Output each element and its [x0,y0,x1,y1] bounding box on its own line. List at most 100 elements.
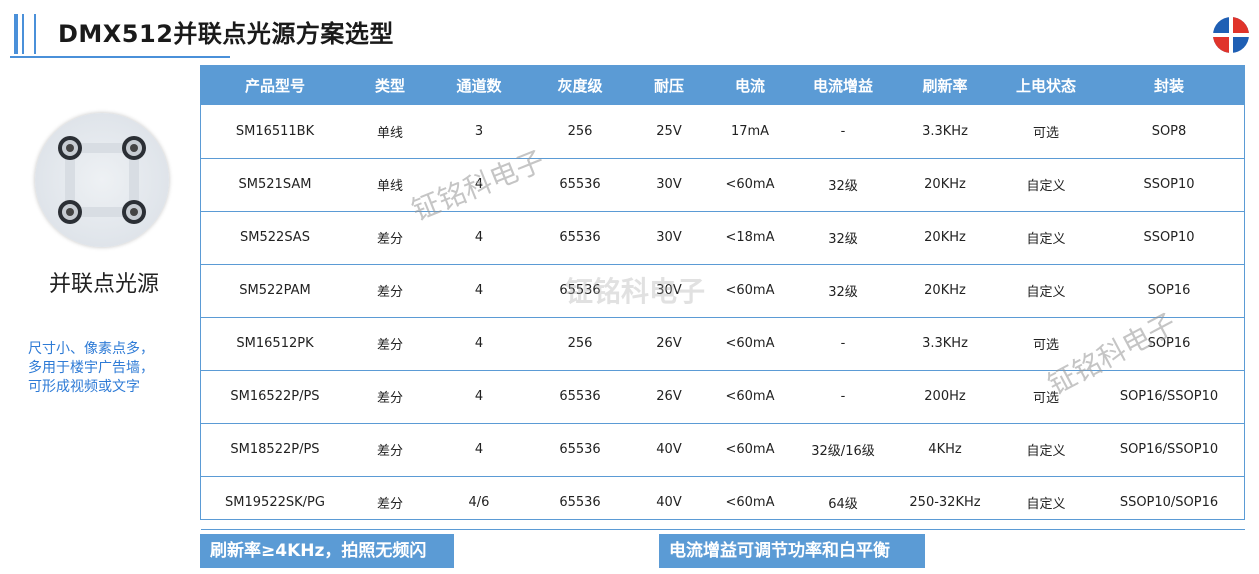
spec-table: 产品型号 类型 通道数 灰度级 耐压 电流 电流增益 刷新率 上电状态 封装 S… [201,65,1245,530]
title-underline [10,56,230,58]
cell-model: SM16512PK [201,317,349,371]
cell-current: <60mA [705,423,795,477]
cell-refresh-rate: 200Hz [891,370,999,424]
led-point-light-image [58,136,146,224]
note-refresh-rate: 刷新率≥4KHz，拍照无频闪 [200,534,454,568]
cell-grayscale: 65536 [527,476,633,530]
header-model: 产品型号 [201,65,349,105]
cell-power-on-state: 自定义 [999,211,1093,265]
cell-type: 差分 [349,370,431,424]
cell-current: <60mA [705,317,795,371]
cell-voltage: 30V [633,158,705,212]
header-package: 封装 [1093,65,1245,105]
cell-grayscale: 256 [527,317,633,371]
cell-refresh-rate: 3.3KHz [891,105,999,159]
cell-type: 差分 [349,476,431,530]
cell-type: 单线 [349,105,431,159]
description-line: 多用于楼宇广告墙， [28,360,154,376]
header-power-on-state: 上电状态 [999,65,1093,105]
cell-current: <60mA [705,370,795,424]
table-row: SM18522P/PS 差分 4 65536 40V <60mA 32级/16级 4KHz 自定… [201,423,1245,477]
cell-power-on-state: 自定义 [999,158,1093,212]
cell-refresh-rate: 4KHz [891,423,999,477]
cell-voltage: 40V [633,423,705,477]
header-grayscale: 灰度级 [527,65,633,105]
cell-current: <60mA [705,158,795,212]
watermark: 钲铭科电子 [565,275,706,308]
cell-model: SM521SAM [201,158,349,212]
cell-power-on-state: 自定义 [999,264,1093,318]
cell-package: SSOP10 [1093,158,1245,212]
cell-grayscale: 65536 [527,211,633,265]
product-name: 并联点光源 [48,272,159,297]
cell-voltage: 40V [633,476,705,530]
cell-current: 17mA [705,105,795,159]
title-deco-bar-2 [22,14,24,54]
table-row: SM19522SK/PG 差分 4/6 65536 40V <60mA 64级 250-32K… [201,476,1245,530]
header-type: 类型 [349,65,431,105]
cell-model: SM19522SK/PG [201,476,349,530]
cell-package: SSOP10/SOP16 [1093,476,1245,530]
cell-current: <60mA [705,264,795,318]
table-row: SM522PAM 差分 4 65536 30V <60mA 32级 20KHz 自定义 SOP16 [201,264,1245,318]
cell-voltage: 30V [633,211,705,265]
cell-current: <18mA [705,211,795,265]
cell-package: SOP16/SSOP10 [1093,423,1245,477]
cell-channels: 4 [431,317,527,371]
header-current-gain: 电流增益 [795,65,891,105]
cell-model: SM18522P/PS [201,423,349,477]
cell-current-gain: - [795,105,891,159]
note-current-gain: 电流增益可调节功率和白平衡 [659,534,925,568]
cell-power-on-state: 自定义 [999,476,1093,530]
table-row: SM16511BK 单线 3 256 25V 17mA -3.3KHz 可选 SOP8 [201,105,1245,159]
description-line: 尺寸小、像素点多， [28,341,154,357]
cell-package: SOP8 [1093,105,1245,159]
cell-current-gain: 32级 [795,211,891,265]
cell-refresh-rate: 20KHz [891,264,999,318]
cell-power-on-state: 可选 [999,105,1093,159]
cell-channels: 4 [431,370,527,424]
cell-current-gain: 64级 [795,476,891,530]
cell-current-gain: 32级 [795,158,891,212]
cell-model: SM522SAS [201,211,349,265]
page-title: DMX512并联点光源方案选型 [58,20,394,48]
cell-model: SM16522P/PS [201,370,349,424]
header-refresh-rate: 刷新率 [891,65,999,105]
cell-type: 差分 [349,264,431,318]
cell-grayscale: 65536 [527,423,633,477]
company-logo-icon [1213,17,1249,53]
cell-refresh-rate: 20KHz [891,211,999,265]
header-channels: 通道数 [431,65,527,105]
cell-voltage: 25V [633,105,705,159]
cell-channels: 4 [431,423,527,477]
cell-channels: 4 [431,264,527,318]
header-voltage: 耐压 [633,65,705,105]
cell-current-gain: 32级/16级 [795,423,891,477]
cell-current-gain: 32级 [795,264,891,318]
cell-power-on-state: 自定义 [999,423,1093,477]
cell-refresh-rate: 20KHz [891,158,999,212]
title-deco-bar-1 [14,14,18,54]
product-image [35,113,169,247]
cell-package: SSOP10 [1093,211,1245,265]
cell-channels: 4/6 [431,476,527,530]
table-row: SM521SAM 单线 4 65536 30V <60mA 32级 20KHz 自定义 SSOP1… [201,158,1245,212]
table-row: SM522SAS 差分 4 65536 30V <18mA 32级 20KHz 自定义 SSOP1… [201,211,1245,265]
cell-package: SOP16 [1093,264,1245,318]
cell-type: 差分 [349,423,431,477]
cell-grayscale: 256 [527,105,633,159]
cell-voltage: 26V [633,317,705,371]
product-description: 尺寸小、像素点多， 多用于楼宇广告墙， 可形成视频或文字 [28,340,178,397]
cell-type: 差分 [349,317,431,371]
cell-current: <60mA [705,476,795,530]
cell-refresh-rate: 250-32KHz [891,476,999,530]
cell-channels: 4 [431,211,527,265]
cell-grayscale: 65536 [527,370,633,424]
cell-current-gain: - [795,370,891,424]
description-line: 可形成视频或文字 [28,379,140,395]
cell-voltage: 26V [633,370,705,424]
header-current: 电流 [705,65,795,105]
cell-model: SM16511BK [201,105,349,159]
cell-current-gain: - [795,317,891,371]
table-header-row: 产品型号 类型 通道数 灰度级 耐压 电流 电流增益 刷新率 上电状态 封装 [201,65,1245,105]
